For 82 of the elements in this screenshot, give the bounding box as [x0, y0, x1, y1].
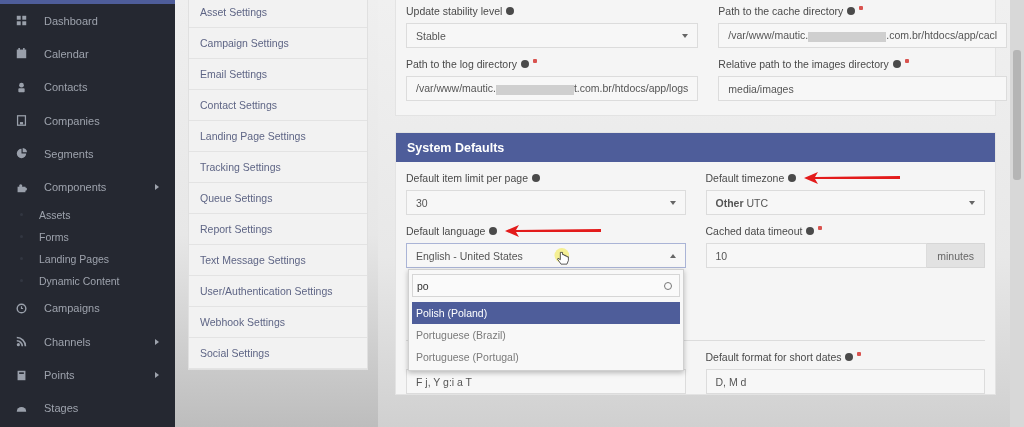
- building-icon: [16, 115, 27, 127]
- caret-icon: [669, 253, 676, 258]
- clock-icon: [16, 302, 27, 314]
- caret-icon: [669, 200, 676, 205]
- field-label: Default item limit per page: [406, 171, 528, 184]
- text-field[interactable]: F j, Y g:i a T: [406, 369, 686, 394]
- dropdown-option[interactable]: Polish (Poland): [412, 302, 680, 324]
- field-label: Default format for short dates: [705, 350, 842, 363]
- dropdown-option[interactable]: Portuguese (Portugal): [412, 346, 680, 368]
- field-label: Relative path to the images directory: [718, 57, 889, 70]
- field-label: Path to the log directory: [406, 57, 517, 70]
- settings-nav-item[interactable]: Social Settings: [189, 338, 367, 369]
- settings-nav-item[interactable]: Landing Page Settings: [189, 121, 367, 152]
- select-field[interactable]: 30: [406, 190, 686, 215]
- settings-nav-item[interactable]: Report Settings: [189, 214, 367, 245]
- help-icon[interactable]: [506, 6, 515, 15]
- calendar-icon: [16, 48, 27, 60]
- field-label: Cached data timeout: [705, 224, 803, 237]
- caret-icon: [155, 338, 159, 345]
- sidebar-subitem[interactable]: Dynamic Content: [0, 269, 175, 292]
- required-icon: [818, 225, 823, 230]
- required-icon: [904, 58, 909, 63]
- help-icon[interactable]: [788, 173, 797, 182]
- sidebar-subitem[interactable]: Assets: [0, 203, 175, 226]
- field-label: Default timezone: [705, 171, 785, 184]
- required-icon: [859, 5, 864, 10]
- select-field[interactable]: Other UTC: [705, 190, 985, 215]
- sidebar-item[interactable]: Calendar: [0, 37, 175, 71]
- scrollbar[interactable]: [1010, 0, 1024, 427]
- unit-addon: minutes: [927, 243, 985, 268]
- required-icon: [857, 351, 862, 356]
- grid-icon: [16, 15, 27, 27]
- help-icon[interactable]: [845, 352, 854, 361]
- puzzle-icon: [16, 181, 27, 193]
- settings-nav-item[interactable]: Queue Settings: [189, 183, 367, 214]
- caret-icon: [682, 33, 689, 38]
- select-field[interactable]: Stable: [406, 23, 699, 48]
- help-icon[interactable]: [520, 59, 529, 68]
- dropdown-option[interactable]: Portuguese (Brazil): [412, 324, 680, 346]
- text-field[interactable]: 10: [705, 243, 928, 268]
- text-field[interactable]: /var/www/mautic. .com.br/htdocs/app/cacl: [718, 23, 1008, 48]
- caret-icon: [155, 184, 159, 191]
- settings-nav-item[interactable]: Tracking Settings: [189, 152, 367, 183]
- sidebar-item[interactable]: Channels: [0, 325, 175, 359]
- sidebar-item[interactable]: Segments: [0, 137, 175, 171]
- pie-chart-icon: [16, 148, 27, 160]
- sidebar-item[interactable]: Campaigns: [0, 291, 175, 326]
- sidebar-item[interactable]: Components: [0, 170, 175, 204]
- sidebar-item[interactable]: Points: [0, 358, 175, 392]
- settings-nav-item[interactable]: Email Settings: [189, 59, 367, 90]
- help-icon[interactable]: [806, 226, 815, 235]
- settings-nav-item[interactable]: Asset Settings: [189, 0, 367, 28]
- text-field[interactable]: /var/www/mautic. t.com.br/htdocs/app/logs: [406, 76, 699, 101]
- text-field[interactable]: media/images: [718, 76, 1008, 101]
- text-field[interactable]: D, M d: [705, 369, 985, 394]
- field-label: Update stability level: [406, 4, 503, 17]
- help-icon[interactable]: [532, 173, 540, 182]
- sidebar-subitem[interactable]: Landing Pages: [0, 247, 175, 270]
- settings-nav-item[interactable]: Campaign Settings: [189, 28, 367, 59]
- settings-nav-item[interactable]: Text Message Settings: [189, 245, 367, 276]
- search-field[interactable]: po: [412, 274, 680, 297]
- caret-icon: [155, 372, 159, 378]
- sidebar-item[interactable]: Companies: [0, 103, 175, 138]
- field-label: Path to the cache directory: [718, 4, 844, 17]
- person-icon: [16, 81, 27, 93]
- sidebar-subitem[interactable]: Forms: [0, 225, 175, 248]
- help-icon[interactable]: [489, 226, 498, 235]
- caret-icon: [969, 200, 975, 205]
- settings-nav-item[interactable]: Webhook Settings: [189, 307, 367, 338]
- required-icon: [532, 58, 537, 63]
- help-icon[interactable]: [847, 6, 856, 15]
- sidebar-item[interactable]: Stages: [0, 391, 175, 425]
- sidebar-item[interactable]: Dashboard: [0, 4, 175, 38]
- field-label: Default language: [406, 224, 486, 237]
- settings-nav-item[interactable]: Contact Settings: [189, 90, 367, 121]
- sidebar-item[interactable]: Contacts: [0, 70, 175, 104]
- help-icon[interactable]: [892, 59, 901, 68]
- section-header: System Defaults: [396, 133, 995, 162]
- settings-nav-item[interactable]: User/Authentication Settings: [189, 276, 367, 307]
- select-field[interactable]: English - United States: [406, 243, 686, 268]
- rss-icon: [16, 336, 27, 348]
- calculator-icon: [16, 369, 27, 381]
